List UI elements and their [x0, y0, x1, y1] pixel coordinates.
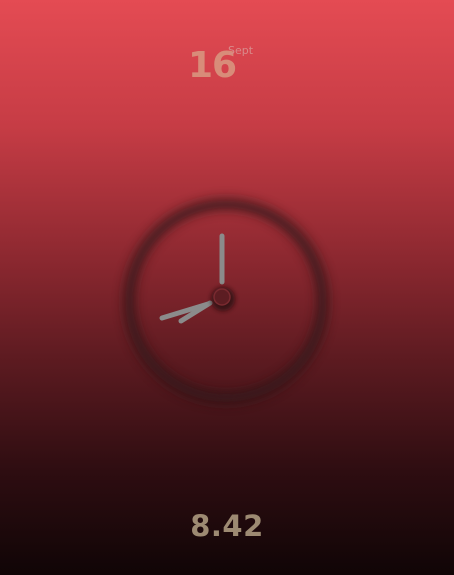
analog-clock [122, 197, 330, 405]
digital-time: 8.42 [190, 509, 264, 543]
